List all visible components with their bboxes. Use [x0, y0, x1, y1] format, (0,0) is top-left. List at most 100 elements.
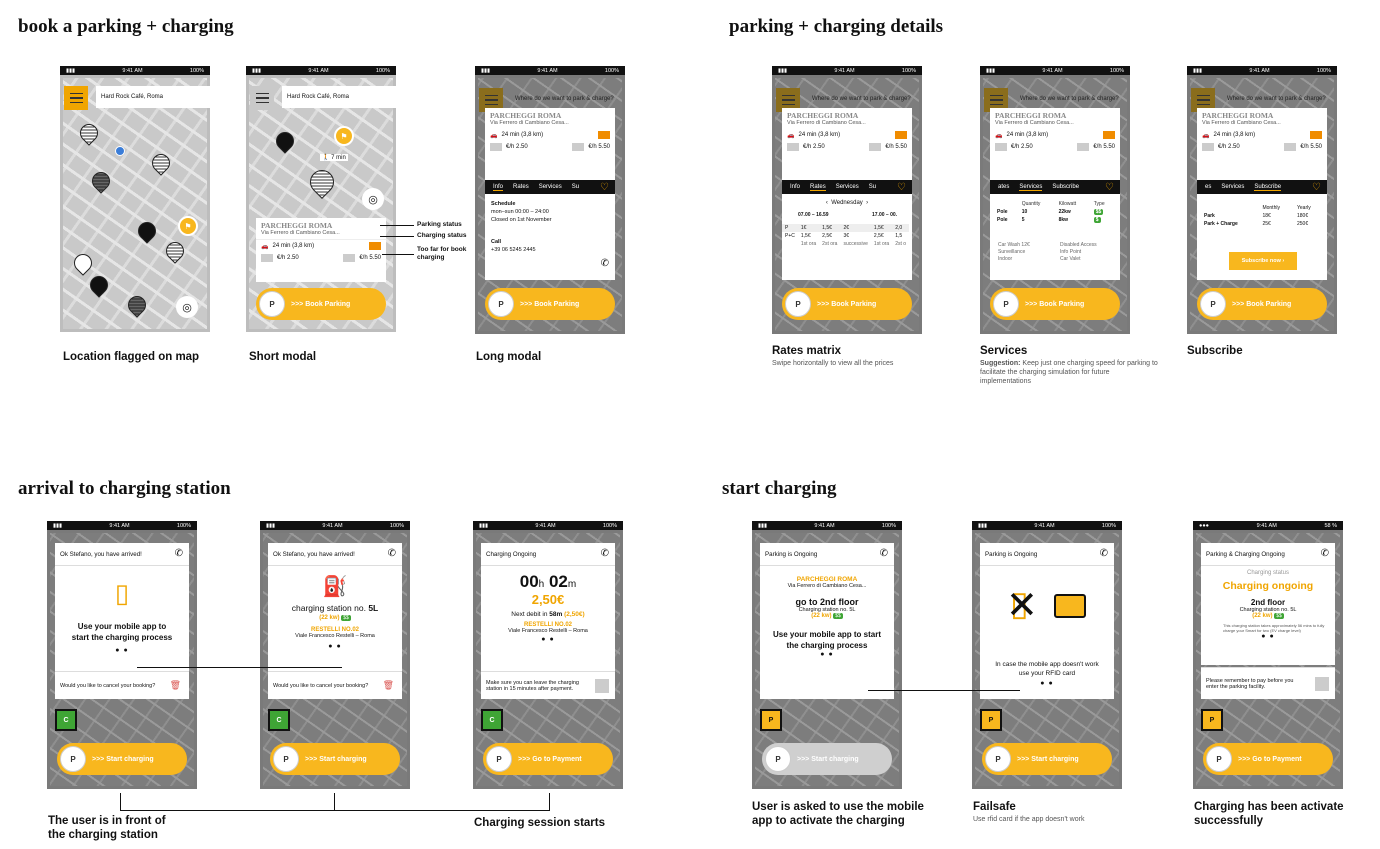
- charging-calendar-icon[interactable]: C: [55, 709, 77, 731]
- charging-amount: 2,50€: [531, 592, 565, 607]
- book-parking-button[interactable]: P >>> Book Parking: [1197, 288, 1327, 320]
- start-charging-button[interactable]: P >>> Start charging: [982, 743, 1112, 775]
- schedule-hours: mon–sun 00:00 – 24:00: [491, 209, 549, 215]
- charging-calendar-icon[interactable]: C: [481, 709, 503, 731]
- menu-button[interactable]: [64, 86, 88, 110]
- phone-icon[interactable]: ✆: [601, 258, 609, 269]
- search-field[interactable]: Hard Rock Café, Roma: [96, 86, 210, 108]
- start-charging-button[interactable]: P >>> Start charging: [57, 743, 187, 775]
- book-parking-button[interactable]: P >>> Book Parking: [485, 288, 615, 320]
- services-table: Quantity Kilowatt Type Pole 10 22kw $$ Pole 5 8…: [997, 201, 1105, 223]
- parking-calendar-icon[interactable]: P: [980, 709, 1002, 731]
- trash-icon[interactable]: 🗑: [170, 680, 181, 691]
- section-title-details: parking + charging details: [729, 16, 944, 37]
- tab-subscribe[interactable]: Subscribe: [1052, 184, 1079, 190]
- price-1: €/h 2.50: [277, 255, 299, 261]
- long-modal-card: PARCHEGGI ROMA Via Ferrero di Cambiano Ce…: [485, 108, 615, 280]
- search-question: Where do we want to park & charge?: [1227, 96, 1326, 102]
- tab-bar[interactable]: Info Rates Services Su ♡: [485, 180, 615, 194]
- flag-icon[interactable]: ⚑: [178, 216, 198, 236]
- annotation-parking-status: Parking status: [417, 221, 462, 228]
- start-charging-button-disabled: P >>> Start charging: [762, 743, 892, 775]
- parking-icon: P: [488, 291, 514, 317]
- tab-subscribe[interactable]: Subscribe: [1254, 184, 1282, 191]
- cancel-booking-row[interactable]: Would you like to cancel your booking? 🗑: [268, 671, 402, 699]
- tab-rates[interactable]: Rates: [810, 184, 826, 191]
- heart-icon[interactable]: ♡: [600, 182, 609, 193]
- walk-time: 🚶 7 min: [320, 154, 348, 161]
- tab-info[interactable]: Info: [493, 184, 504, 191]
- rfid-card-icon: [1054, 594, 1086, 618]
- status-bar: ▮▮▮ 9:41 AM 100%: [246, 66, 396, 75]
- heart-icon[interactable]: ♡: [1312, 182, 1321, 193]
- book-parking-button[interactable]: P >>> Book Parking: [990, 288, 1120, 320]
- tab-subscribe[interactable]: Su: [869, 184, 876, 190]
- menu-button[interactable]: [250, 86, 274, 110]
- caption-activated: Charging has been activate successfully: [1194, 801, 1344, 827]
- phone-rates: ▮▮▮ 9:41 AM 100% Where do we want to park …: [772, 66, 922, 334]
- price-icon: [261, 254, 273, 262]
- search-question: Where do we want to park & charge?: [515, 96, 614, 102]
- rates-table: P 1€ 1,5€ 2€ 1,5€ 2,0 P+C 1,5€ 2,5€ 3€ 2,5€ 1,5 1s…: [782, 224, 910, 248]
- tab-rates[interactable]: es: [1205, 184, 1211, 190]
- charging-calendar-icon[interactable]: C: [268, 709, 290, 731]
- phone-location-map: ▮▮▮ 9:41 AM 100% Hard Rock Café, Roma ⚑ ◎: [60, 66, 210, 332]
- phone-icon[interactable]: ✆: [1100, 548, 1108, 559]
- phone-icon[interactable]: ✆: [388, 548, 396, 559]
- charger-icon: ⛽: [322, 576, 348, 598]
- subscribe-now-button[interactable]: Subscribe now ›: [1229, 252, 1297, 270]
- price-icon: [343, 254, 356, 262]
- trash-icon[interactable]: 🗑: [383, 680, 394, 691]
- tab-services[interactable]: Services: [1019, 184, 1043, 191]
- tab-rates[interactable]: Rates: [513, 184, 529, 190]
- parking-calendar-icon[interactable]: P: [760, 709, 782, 731]
- heart-icon[interactable]: ♡: [1105, 182, 1114, 193]
- section-title-book: book a parking + charging: [18, 16, 234, 37]
- tab-info[interactable]: Info: [790, 184, 800, 190]
- tab-services[interactable]: Services: [836, 184, 859, 190]
- tab-bar[interactable]: ates Services Subscribe ♡: [990, 180, 1120, 194]
- parking-name: PARCHEGGI ROMA: [261, 221, 333, 230]
- flag-icon[interactable]: ⚑: [334, 126, 354, 146]
- parking-address: Via Ferrero di Cambiano Cesa...: [261, 230, 340, 236]
- caption-services: Services: [980, 345, 1028, 357]
- search-question: Where do we want to park & charge?: [812, 96, 911, 102]
- annotation-too-far: Too far for book charging: [417, 246, 467, 261]
- phone-icon[interactable]: ✆: [880, 548, 888, 559]
- search-field[interactable]: Hard Rock Café, Roma: [282, 86, 396, 108]
- annotation-line: [380, 236, 414, 237]
- book-parking-button[interactable]: P >>> Book Parking: [256, 288, 386, 320]
- panel-title: Ok Stefano, you have arrived!: [60, 550, 142, 558]
- tab-rates[interactable]: ates: [998, 184, 1009, 190]
- tab-services[interactable]: Services: [539, 184, 562, 190]
- tab-subscribe[interactable]: Su: [572, 184, 579, 190]
- call-label: Call: [491, 239, 502, 245]
- phone-icon[interactable]: ✆: [601, 548, 609, 559]
- start-charging-button[interactable]: P >>> Start charging: [270, 743, 400, 775]
- phone-icon[interactable]: ✆: [1321, 548, 1329, 559]
- price-2: €/h 5.50: [359, 255, 381, 261]
- phone-arrived-station: ▮▮▮ 9:41 AM 100% Ok Stefano, you have arri…: [260, 521, 410, 789]
- book-parking-button[interactable]: P >>> Book Parking: [782, 288, 912, 320]
- short-modal-card[interactable]: PARCHEGGI ROMA Via Ferrero di Cambiano C…: [256, 218, 386, 282]
- services-card: PARCHEGGI ROMA Via Ferrero di Cambiano Ce…: [990, 108, 1120, 280]
- charging-status-indicator: [598, 131, 610, 139]
- map[interactable]: [63, 78, 207, 329]
- day-selector[interactable]: ‹ Wednesday ›: [782, 200, 912, 206]
- go-to-payment-button[interactable]: P >>> Go to Payment: [483, 743, 613, 775]
- locate-icon[interactable]: ◎: [362, 188, 384, 210]
- cancel-booking-row[interactable]: Would you like to cancel your booking? 🗑: [55, 671, 189, 699]
- phone-icon[interactable]: ✆: [175, 548, 183, 559]
- heart-icon[interactable]: ♡: [897, 182, 906, 193]
- connector-arrow: [868, 690, 1020, 691]
- subscribe-table: Monthly Yearly Park 18€ 180€ Park + Charge 2…: [1204, 205, 1311, 227]
- smartphone-icon: ▯: [114, 578, 130, 608]
- annotation-charging-status: Charging status: [417, 232, 467, 239]
- tab-bar[interactable]: Info Rates Services Su ♡: [782, 180, 912, 194]
- go-to-payment-button[interactable]: P >>> Go to Payment: [1203, 743, 1333, 775]
- tab-services[interactable]: Services: [1221, 184, 1244, 190]
- charging-status-indicator: [369, 242, 381, 250]
- locate-icon[interactable]: ◎: [176, 296, 198, 318]
- tab-bar[interactable]: es Services Subscribe ♡: [1197, 180, 1327, 194]
- parking-calendar-icon[interactable]: P: [1201, 709, 1223, 731]
